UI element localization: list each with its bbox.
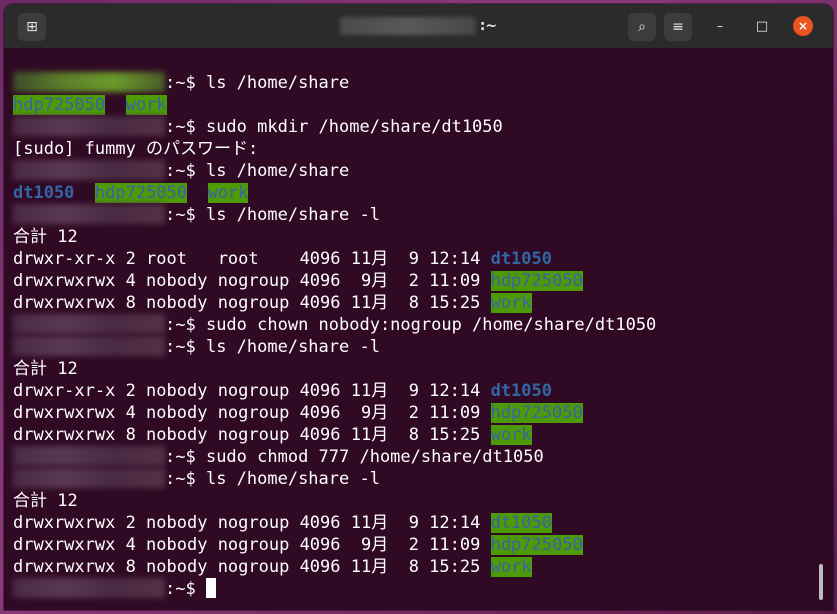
close-button[interactable]: ×: [793, 16, 813, 36]
menu-button[interactable]: ≡: [664, 13, 692, 41]
dir-entry: dt1050: [490, 249, 552, 269]
redacted-user-host: [13, 116, 165, 136]
terminal-line: drwxr-xr-x 2 root root 4096 11月 9 12:14 …: [13, 248, 552, 270]
hamburger-menu-icon: ≡: [672, 19, 684, 35]
listing-text: drwxrwxrwx 4 nobody nogroup 4096 9月 2 11…: [13, 535, 491, 555]
terminal-line: 合計 12: [13, 227, 78, 247]
dir-entry: work: [125, 95, 167, 115]
search-button[interactable]: ⌕: [628, 13, 656, 41]
minimize-button[interactable]: –: [710, 16, 730, 36]
dir-entry: dt1050: [490, 513, 552, 533]
command-text: ls /home/share -l: [195, 337, 380, 357]
prompt: :~$: [165, 73, 196, 93]
listing-text: drwxrwxrwx 8 nobody nogroup 4096 11月 8 1…: [13, 293, 491, 313]
terminal-line: :~$ ls /home/share -l: [13, 468, 380, 490]
scrollbar-thumb[interactable]: [819, 564, 823, 600]
redacted-user-host: [13, 204, 165, 224]
command-text: ls /home/share -l: [195, 469, 380, 489]
redacted-user-host: [13, 314, 165, 334]
prompt: :~$: [165, 205, 196, 225]
terminal-line: :~$: [13, 578, 216, 600]
listing-text: drwxr-xr-x 2 nobody nogroup 4096 11月 9 1…: [13, 381, 491, 401]
dir-entry: hdp725050: [490, 535, 583, 555]
terminal-line: :~$ sudo mkdir /home/share/dt1050: [13, 116, 503, 138]
prompt: :~$: [165, 469, 196, 489]
prompt: :~$: [165, 447, 196, 467]
maximize-icon: □: [755, 18, 769, 34]
terminal-line: drwxrwxrwx 4 nobody nogroup 4096 9月 2 11…: [13, 534, 583, 556]
terminal-line: :~$ ls /home/share -l: [13, 336, 380, 358]
prompt: :~$: [165, 337, 196, 357]
close-icon: ×: [797, 19, 809, 33]
terminal-line: :~$ ls /home/share -l: [13, 204, 380, 226]
command-text: [196, 579, 206, 599]
prompt: :~$: [165, 315, 196, 335]
command-text: ls /home/share: [195, 161, 350, 181]
prompt: :~$: [165, 579, 196, 599]
redacted-user-host: [13, 446, 165, 466]
terminal-line: :~$ ls /home/share: [13, 160, 349, 182]
terminal-line: :~$ ls /home/share: [13, 72, 349, 94]
maximize-button[interactable]: □: [752, 16, 772, 36]
terminal-line: drwxrwxrwx 8 nobody nogroup 4096 11月 8 1…: [13, 424, 532, 446]
dir-entry: work: [490, 425, 532, 445]
dir-entry: work: [490, 557, 532, 577]
command-text: ls /home/share: [195, 73, 350, 93]
redacted-user-host: [13, 578, 165, 598]
dir-entry: hdp725050: [94, 183, 188, 203]
dir-entry: hdp725050: [490, 271, 583, 291]
terminal-line: drwxrwxrwx 8 nobody nogroup 4096 11月 8 1…: [13, 556, 532, 578]
terminal-window: ⊞ :~ ⌕ ≡ – □ × :~$ ls /home/share hdp725…: [4, 4, 833, 610]
dir-entry: work: [207, 183, 249, 203]
terminal-line: :~$ sudo chmod 777 /home/share/dt1050: [13, 446, 544, 468]
redacted-host-name: [339, 17, 476, 35]
listing-text: drwxrwxrwx 8 nobody nogroup 4096 11月 8 1…: [13, 557, 491, 577]
prompt: :~$: [165, 117, 196, 137]
command-text: sudo chmod 777 /home/share/dt1050: [195, 447, 544, 467]
listing-text: drwxrwxrwx 2 nobody nogroup 4096 11月 9 1…: [13, 513, 491, 533]
dir-entry: hdp725050: [490, 403, 583, 423]
listing-text: drwxrwxrwx 8 nobody nogroup 4096 11月 8 1…: [13, 425, 491, 445]
terminal-line: 合計 12: [13, 491, 78, 511]
dir-entry: dt1050: [13, 183, 75, 203]
dir-entry: work: [490, 293, 532, 313]
terminal-line: 合計 12: [13, 359, 78, 379]
terminal-line: drwxrwxrwx 8 nobody nogroup 4096 11月 8 1…: [13, 292, 532, 314]
window-title: :~: [4, 4, 833, 48]
prompt: :~$: [165, 161, 196, 181]
redacted-user-host: [13, 160, 165, 180]
dir-entry: dt1050: [490, 381, 552, 401]
terminal-line: dt1050 hdp725050 work: [13, 182, 249, 204]
listing-text: drwxrwxrwx 4 nobody nogroup 4096 9月 2 11…: [13, 403, 491, 423]
terminal-line: drwxrwxrwx 4 nobody nogroup 4096 9月 2 11…: [13, 402, 583, 424]
listing-text: drwxr-xr-x 2 root root 4096 11月 9 12:14: [13, 249, 491, 269]
terminal-output[interactable]: :~$ ls /home/share hdp725050 work :~$ su…: [4, 48, 833, 610]
terminal-line: :~$ sudo chown nobody:nogroup /home/shar…: [13, 314, 656, 336]
dir-entry: hdp725050: [13, 95, 106, 115]
title-bar: ⊞ :~ ⌕ ≡ – □ ×: [4, 4, 833, 48]
title-path: :~: [479, 18, 498, 34]
text-cursor: [205, 578, 216, 598]
redacted-user-host: [13, 468, 165, 488]
terminal-line: [sudo] fummy のパスワード:: [13, 139, 259, 159]
terminal-line: drwxrwxrwx 4 nobody nogroup 4096 9月 2 11…: [13, 270, 583, 292]
command-text: ls /home/share -l: [195, 205, 380, 225]
command-text: sudo mkdir /home/share/dt1050: [195, 117, 503, 137]
redacted-user-host: [13, 336, 165, 356]
listing-text: drwxrwxrwx 4 nobody nogroup 4096 9月 2 11…: [13, 271, 491, 291]
redacted-user-host: [13, 72, 165, 92]
minimize-icon: –: [716, 18, 724, 34]
terminal-line: drwxrwxrwx 2 nobody nogroup 4096 11月 9 1…: [13, 512, 552, 534]
terminal-line: hdp725050 work: [13, 94, 167, 116]
terminal-line: drwxr-xr-x 2 nobody nogroup 4096 11月 9 1…: [13, 380, 552, 402]
search-icon: ⌕: [638, 19, 646, 35]
command-text: sudo chown nobody:nogroup /home/share/dt…: [195, 315, 657, 335]
